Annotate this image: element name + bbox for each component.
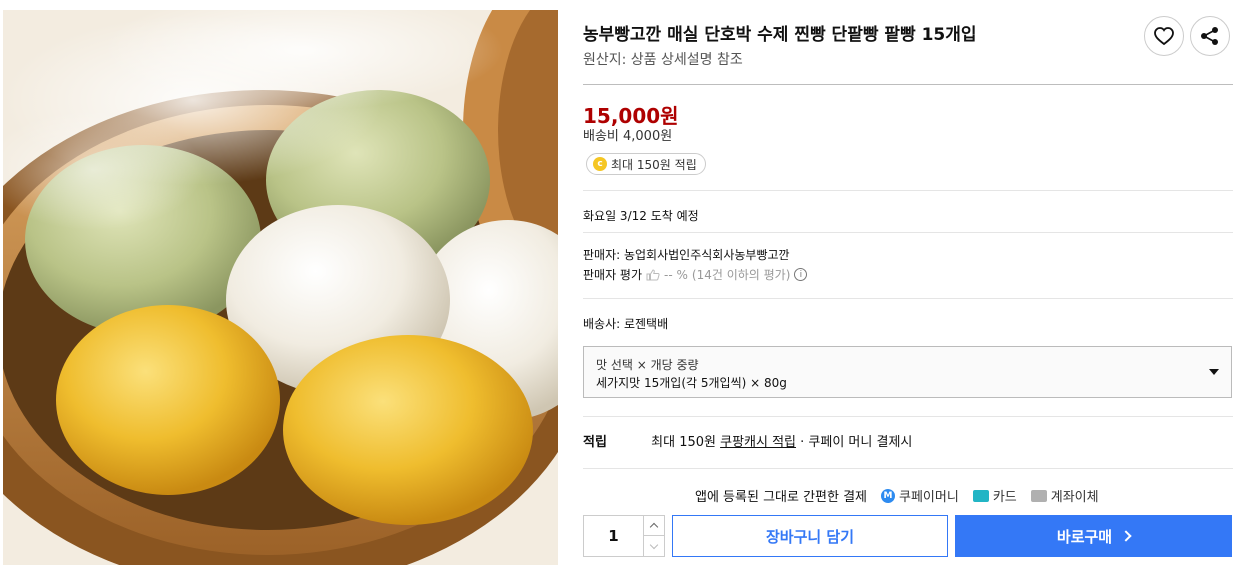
divider: [583, 416, 1233, 417]
divider: [583, 468, 1233, 469]
reward-row-suffix: · 쿠페이 머니 결제시: [800, 435, 913, 450]
seller-rating: 판매자 평가 -- % (14건 이하의 평가) i: [583, 266, 808, 283]
product-title: 농부빵고깐 매실 단호박 수제 찐빵 단팥빵 팥빵 15개입: [583, 25, 977, 45]
add-to-cart-label: 장바구니 담기: [765, 527, 855, 546]
info-icon[interactable]: i: [794, 268, 808, 281]
reward-badge-label: 최대 150원 적립: [611, 157, 697, 172]
buy-now-label: 바로구매: [1056, 527, 1113, 546]
chevron-up-icon: [649, 522, 659, 532]
seller-rating-label: 판매자 평가: [583, 268, 643, 282]
bank-transfer-label: 계좌이체: [1050, 490, 1099, 505]
divider: [583, 298, 1233, 299]
add-to-cart-button[interactable]: 장바구니 담기: [672, 515, 948, 557]
share-icon: [1201, 27, 1218, 45]
easy-payment-row: 앱에 등록된 그대로 간편한 결제 M 쿠페이머니 카드 계좌이체: [695, 486, 1099, 505]
reward-row-prefix: 최대 150원: [651, 435, 716, 450]
coupay-money-icon: M: [881, 488, 896, 503]
option-select[interactable]: 맛 선택 × 개당 중량 세가지맛 15개입(각 5개입씩) × 80g: [583, 346, 1232, 398]
card-icon: [972, 489, 989, 502]
bank-transfer-icon: [1030, 489, 1047, 502]
quantity-input[interactable]: [584, 516, 644, 556]
share-button[interactable]: [1190, 16, 1230, 56]
easy-payment-intro: 앱에 등록된 그대로 간편한 결제: [695, 490, 868, 505]
reward-badge: c 최대 150원 적립: [586, 153, 706, 175]
carrier-name: 배송사: 로젠택배: [583, 317, 669, 331]
reward-row-label: 적립: [583, 435, 607, 450]
coin-icon: c: [593, 157, 607, 171]
card-label: 카드: [992, 490, 1017, 505]
coupay-money-label: 쿠페이머니: [899, 490, 959, 505]
product-image[interactable]: [3, 10, 558, 565]
arrival-date: 화요일 3/12 도착 예정: [583, 209, 699, 223]
seller-rating-note: (14건 이하의 평가): [691, 268, 791, 282]
product-info-panel: 농부빵고깐 매실 단호박 수제 찐빵 단팥빵 팥빵 15개입 원산지: 상품 상…: [583, 0, 1233, 570]
quantity-increase-button[interactable]: [644, 516, 664, 536]
quantity-stepper: [583, 515, 665, 557]
option-select-label: 맛 선택 × 개당 중량: [596, 358, 699, 372]
chevron-right-icon: [1120, 530, 1132, 542]
coupang-cash-link[interactable]: 쿠팡캐시 적립: [720, 435, 796, 450]
buy-now-button[interactable]: 바로구매: [955, 515, 1232, 557]
heart-icon: [1154, 27, 1174, 46]
seller-rating-value: -- %: [664, 267, 688, 282]
divider: [583, 84, 1233, 85]
seller-name: 판매자: 농업회사법인주식회사농부빵고깐: [583, 248, 790, 262]
option-select-value: 세가지맛 15개입(각 5개입씩) × 80g: [596, 376, 787, 390]
reward-info-row: 적립 최대 150원 쿠팡캐시 적립 · 쿠페이 머니 결제시: [583, 431, 912, 450]
quantity-decrease-button[interactable]: [644, 536, 664, 556]
chevron-down-icon: [649, 540, 659, 549]
wishlist-button[interactable]: [1144, 16, 1184, 56]
steamed-buns-illustration: [3, 10, 558, 565]
divider: [583, 232, 1233, 233]
divider: [583, 190, 1233, 191]
thumbs-up-icon: [646, 268, 660, 280]
origin-text: 원산지: 상품 상세설명 참조: [583, 52, 743, 68]
shipping-fee: 배송비 4,000원: [583, 129, 673, 144]
caret-down-icon: [1209, 369, 1219, 375]
